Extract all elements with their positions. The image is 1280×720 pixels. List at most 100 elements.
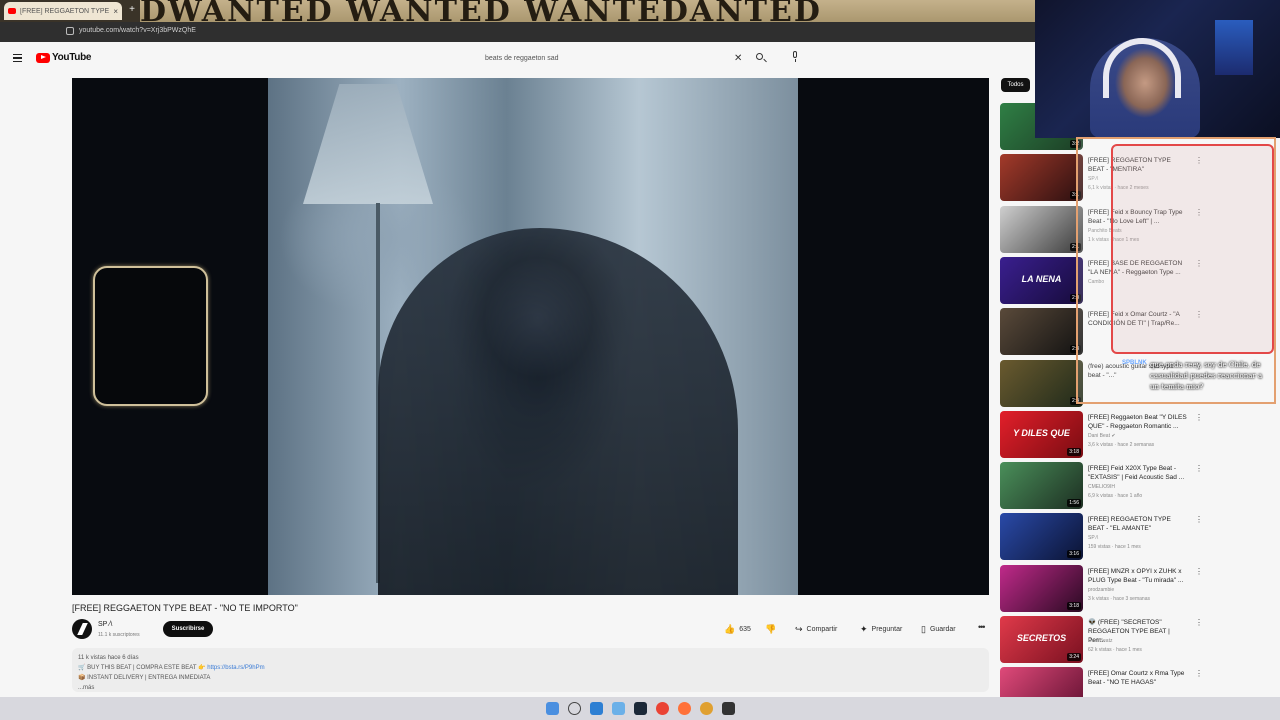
search-input[interactable]: beats de reggaeton sad [480,55,734,62]
recommendation-channel[interactable]: SP ⁄\ [1088,535,1098,541]
site-info-icon[interactable] [66,27,74,35]
youtube-logo[interactable]: YouTube [36,52,92,63]
channel-name[interactable]: SP ⁄\ [98,621,112,628]
clear-search-icon[interactable]: ✕ [734,53,748,64]
recommendation-channel[interactable]: CMELIO9IH [1088,484,1115,490]
youtube-play-icon [36,52,50,63]
description-line-2: 📦 INSTANT DELIVERY | ENTREGA INMEDIATA [78,675,211,681]
recommendation-thumbnail[interactable]: 3:16 [1000,513,1083,560]
tab-title: [FREE] REGGAETON TYPE BEAT [20,7,110,15]
recommendation-thumbnail[interactable]: 2:1 [1000,206,1083,253]
recommendation-meta: 159 vistas · hace 1 mes [1088,544,1141,550]
like-count: 635 [739,625,751,633]
recommendation-title[interactable]: [FREE] MNZR x OPYI x ZUHK x PLUG Type Be… [1088,567,1188,585]
recommendation-channel[interactable]: Dani Beatz [1088,638,1112,644]
search-taskbar-icon[interactable] [568,702,581,715]
recommendation-thumbnail[interactable]: 1:56 [1000,462,1083,509]
recommendation-thumbnail[interactable]: LA NENA 2:0 [1000,257,1083,304]
channel-avatar[interactable] [72,619,92,639]
microphone-icon[interactable] [791,51,799,63]
recommendation-item[interactable]: SECRETOS 3:24 👽 (FREE) "SECRETOS" REGGAETO… [1000,616,1270,664]
more-options-icon[interactable]: ⋮ [1195,669,1203,678]
recommendation-item[interactable]: 3:16 [FREE] REGGAETON TYPE BEAT - "EL AMA… [1000,513,1270,561]
app-icon[interactable] [700,702,713,715]
url-text[interactable]: youtube.com/watch?v=Xrj3bPWzQhE [79,27,196,34]
share-button[interactable]: ↪ Compartir [795,622,837,636]
share-icon: ↪ [795,623,803,634]
more-options-icon[interactable]: ⋮ [1195,618,1203,627]
taskbar [0,697,1280,720]
thumbnail-text: Y DILES QUE [1013,428,1070,438]
firefox-icon[interactable] [678,702,691,715]
sparkle-icon: ✦ [860,623,868,634]
youtube-wordmark: YouTube [52,52,92,63]
ask-button[interactable]: ✦ Preguntar [860,622,902,636]
close-tab-icon[interactable]: × [113,7,118,16]
browser-tab[interactable]: [FREE] REGGAETON TYPE BEAT × [4,2,122,20]
streamer-webcam [1035,0,1280,138]
chrome-icon[interactable] [656,702,669,715]
description-line-1: 🛒 BUY THIS BEAT | COMPRA ESTE BEAT 👉 htt… [78,665,265,671]
recommendation-channel[interactable]: prodzambie [1088,587,1114,593]
duration-badge: 3:16 [1067,550,1081,558]
search-box[interactable]: beats de reggaeton sad ✕ [480,50,748,66]
video-person [378,228,738,595]
recommendation-channel[interactable]: Dani Beat ✔ [1088,433,1116,439]
video-frame [268,78,798,595]
more-actions-icon[interactable]: ••• [978,622,986,632]
description-more[interactable]: ...más [78,683,983,693]
thumbnail-text: SECRETOS [1016,633,1067,643]
video-lamp [303,84,433,204]
description-views: 11 k vistas hace 6 días [78,655,139,661]
save-button[interactable]: ▯ Guardar [921,622,956,636]
address-bar[interactable]: youtube.com/watch?v=Xrj3bPWzQhE [0,22,1035,42]
edge-icon[interactable] [590,702,603,715]
recommendation-thumbnail[interactable]: Y DILES QUE 3:18 [1000,411,1083,458]
thumbs-down-icon: 👎 [765,623,777,634]
recommendation-meta: 3 k vistas · hace 3 semanas [1088,596,1150,602]
wall-poster [1215,20,1253,75]
channel-subscribers: 11.1 k suscriptores [98,632,140,638]
description-link[interactable]: https://bsta.rs/P9hPm [207,665,264,671]
filter-chip-todos[interactable]: Todos [1001,78,1030,92]
ask-label: Preguntar [871,625,903,633]
like-button[interactable]: 👍 635 [724,622,751,636]
obs-icon[interactable] [722,702,735,715]
recommendation-thumbnail[interactable]: 2:3 [1000,308,1083,355]
new-tab-button[interactable]: + [126,4,138,16]
youtube-header: YouTube beats de reggaeton sad ✕ [0,42,1035,74]
thumbs-up-icon: 👍 [724,623,736,634]
store-icon[interactable] [612,702,625,715]
more-options-icon[interactable]: ⋮ [1195,464,1203,473]
start-icon[interactable] [546,702,559,715]
more-options-icon[interactable]: ⋮ [1195,567,1203,576]
recommendation-item[interactable]: 3:18 [FREE] MNZR x OPYI x ZUHK x PLUG Typ… [1000,565,1270,613]
recommendation-item[interactable]: 1:56 [FREE] Feid X20X Type Beat - "EXTASI… [1000,462,1270,510]
chat-username: SPBLNK [1122,360,1147,366]
recommendation-thumbnail[interactable]: 3:1 [1000,154,1083,201]
hamburger-menu-icon[interactable] [13,54,22,62]
recommendation-title[interactable]: [FREE] REGGAETON TYPE BEAT - "EL AMANTE" [1088,515,1188,533]
share-label: Compartir [806,625,838,633]
description-box[interactable]: 11 k vistas hace 6 días 🛒 BUY THIS BEAT … [72,648,989,692]
recommendation-title[interactable]: [FREE] Reggaeton Beat "Y DILES QUE" - Re… [1088,413,1188,431]
chat-overlay-inner-frame [1111,144,1274,354]
dislike-button[interactable]: 👎 [765,622,780,636]
recommendation-thumbnail[interactable]: 2:4 [1000,360,1083,407]
steam-icon[interactable] [634,702,647,715]
video-player[interactable] [72,78,989,595]
recommendation-title[interactable]: [FREE] Feid X20X Type Beat - "EXTASIS" |… [1088,464,1188,482]
recommendation-title[interactable]: [FREE] Omar Courtz x Rma Type Beat - "NO… [1088,669,1188,687]
bookmark-icon: ▯ [921,623,926,634]
subscribe-button[interactable]: Suscribirse [163,621,213,637]
recommendation-thumbnail[interactable]: 3:18 [1000,565,1083,612]
more-options-icon[interactable]: ⋮ [1195,413,1203,422]
search-icon[interactable] [755,52,767,64]
recommendation-thumbnail[interactable]: SECRETOS 3:24 [1000,616,1083,663]
browser-tab-bar: DWANTED WANTED WANTEDANTED [FREE] REGGAE… [0,0,1035,22]
recommendation-meta: 62 k vistas · hace 1 mes [1088,647,1142,653]
duration-badge: 3:24 [1067,653,1081,661]
recommendation-item[interactable]: Y DILES QUE 3:18 [FREE] Reggaeton Beat "Y … [1000,411,1270,459]
more-options-icon[interactable]: ⋮ [1195,515,1203,524]
youtube-favicon-icon [8,8,16,14]
